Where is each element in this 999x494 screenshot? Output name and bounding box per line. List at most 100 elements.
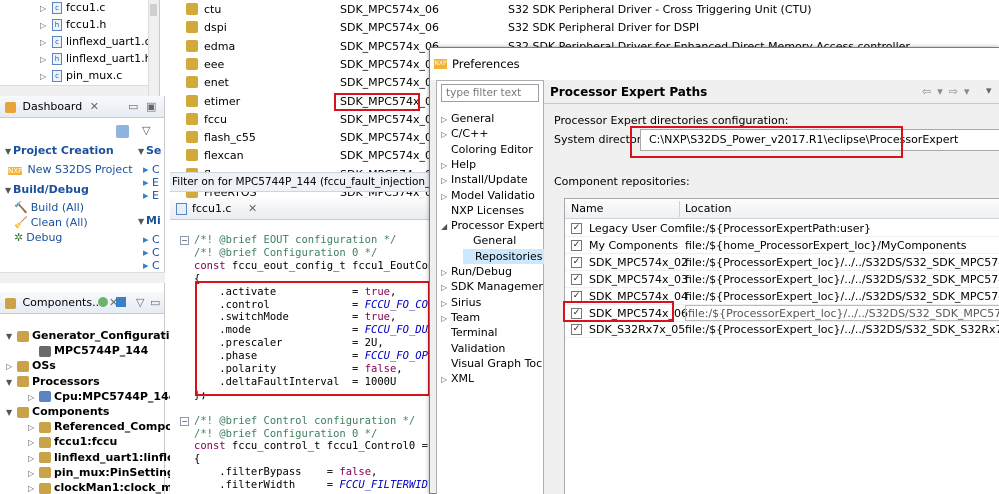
view-menu-icon[interactable]: ▽ [136, 292, 144, 314]
driver-name: fccu [204, 112, 227, 126]
nav-item-label: Terminal [451, 326, 498, 340]
nav-item[interactable]: ▷ Help [441, 157, 476, 172]
nav-item[interactable]: Terminal [441, 325, 498, 340]
editor-tab-label: fccu1.c [192, 202, 232, 215]
component-icon [17, 360, 29, 372]
horizontal-scrollbar[interactable] [0, 272, 165, 283]
close-icon[interactable]: ✕ [248, 202, 257, 215]
table-row[interactable]: ✓ SDK_MPC574x_03 file:/${ProcessorExpert_l… [565, 271, 999, 288]
table-row[interactable]: ✓ Legacy User Com... file:/${ProcessorExpe… [565, 220, 999, 237]
dialog-title-bar[interactable]: NXP Preferences [430, 48, 999, 80]
nav-item[interactable]: ▷ XML [441, 371, 474, 386]
view-menu-icon[interactable]: ▽ [142, 124, 150, 137]
driver-name: ctu [204, 3, 222, 16]
file-tree-item[interactable]: ▷ h linflexd_uart1.h [40, 50, 152, 67]
hammer-icon: 🔨 [14, 201, 28, 214]
minimize-icon[interactable]: ▭ [128, 96, 138, 118]
file-tree-item[interactable]: ▷ c pin_mux.c [40, 67, 122, 84]
component-tree-item[interactable]: ▷ clockMan1:clock_man [28, 480, 188, 494]
component-icon [39, 391, 51, 403]
component-tree-item[interactable]: ▼ Processors [6, 374, 100, 389]
driver-name: eee [204, 57, 225, 71]
component-icon [17, 330, 29, 342]
table-row[interactable]: ✓ My Components file:/${home_ProcessorExpe… [565, 237, 999, 254]
nav-item[interactable]: ◢ Processor Expert [441, 218, 544, 233]
component-tree-item[interactable]: ▷ pin_mux:PinSettings [28, 465, 181, 480]
nav-item[interactable]: NXP Licenses [441, 203, 524, 218]
nav-item[interactable]: ▷ C/C++ [441, 126, 489, 141]
col-location-header[interactable]: Location [685, 199, 732, 219]
enabled-checkbox[interactable]: ✓ [571, 223, 582, 234]
dashboard-tab[interactable]: Dashboard ✕ ▭ ▣ [0, 96, 164, 118]
new-project-link[interactable]: NXP New S32DS Project [8, 163, 133, 176]
minimize-icon[interactable]: ▭ [150, 292, 160, 314]
driver-name: dspi [204, 21, 227, 35]
fold-toggle[interactable]: − [180, 236, 189, 245]
repo-name: SDK_MPC574x_02 [589, 255, 688, 269]
maximize-icon[interactable]: ▣ [146, 96, 156, 118]
filter-icon[interactable] [98, 297, 108, 307]
enabled-checkbox[interactable]: ✓ [571, 290, 582, 302]
build-link[interactable]: 🔨 Build (All) [14, 201, 84, 214]
nav-item[interactable]: ▷ SDK Managemer [441, 279, 543, 294]
settings-icon[interactable] [116, 297, 126, 307]
table-row[interactable]: dspi SDK_MPC574x_06 S32 SDK Peripheral Dri… [170, 19, 999, 36]
component-tree-item[interactable]: ▼ Components [6, 404, 109, 419]
enabled-checkbox[interactable]: ✓ [571, 324, 582, 336]
clean-link[interactable]: 🧹 Clean (All) [14, 216, 88, 229]
component-tree-item[interactable]: ▷ Referenced_Compone [28, 419, 188, 434]
file-tree-item[interactable]: ▷ h fccu1.h [40, 16, 106, 33]
table-row[interactable]: ctu SDK_MPC574x_06 S32 SDK Peripheral Driv… [170, 1, 999, 18]
debug-link[interactable]: ✲ Debug [14, 231, 62, 244]
third-section-header[interactable]: ▼ Mi [138, 214, 161, 227]
second-section-header[interactable]: ▼ Se [138, 144, 161, 157]
second-section-items[interactable]: ▸ C ▸ E ▸ E [143, 163, 160, 202]
nav-item[interactable]: ▷ Install/Update [441, 172, 528, 187]
scrollbar-thumb[interactable] [150, 4, 157, 16]
component-tree-item[interactable]: ▷ fccu1:fccu [28, 434, 117, 449]
nav-item[interactable]: Visual Graph Toc [441, 356, 542, 371]
filter-input[interactable]: type filter text [441, 84, 539, 102]
enabled-checkbox[interactable]: ✓ [571, 239, 582, 251]
component-tree-item[interactable]: ▷ linflexd_uart1:linflexd [28, 450, 189, 465]
nav-item[interactable]: ▷ Sirius [441, 295, 481, 310]
repo-location: file:/${ProcessorExpertPath:user} [685, 222, 872, 235]
component-tree-item[interactable]: ▼ Generator_Configurations [6, 328, 192, 343]
close-icon[interactable]: ✕ [90, 100, 99, 113]
components-tab[interactable]: Components... ✕ ▽ ▭ [0, 292, 164, 314]
nav-item[interactable]: Validation [441, 341, 505, 356]
nav-item-label: General [473, 234, 517, 248]
table-row[interactable]: ✓ SDK_MPC574x_02 file:/${ProcessorExpert_l… [565, 254, 999, 271]
nav-item[interactable]: Coloring Editor [441, 142, 533, 157]
editor-tab-fccu1-c[interactable]: fccu1.c ✕ [170, 198, 430, 220]
horizontal-scrollbar[interactable] [0, 85, 148, 96]
code-line: /*! @brief Control configuration */ [194, 414, 416, 427]
project-creation-header[interactable]: ▼ Project Creation [5, 144, 114, 157]
nav-item[interactable]: ▷ Run/Debug [441, 264, 512, 279]
col-name-header[interactable]: Name [571, 199, 603, 219]
toolbar-icon[interactable] [116, 124, 129, 138]
dialog-title: Preferences [452, 57, 520, 71]
nav-item-label: C/C++ [451, 127, 489, 141]
fold-toggle[interactable]: − [180, 417, 189, 426]
repo-location: file:/${ProcessorExpert_loc}/../../S32DS… [685, 272, 999, 286]
nav-item[interactable]: ▷ General [441, 111, 494, 126]
table-row[interactable]: ✓ SDK_S32Rx7x_05 file:/${ProcessorExpert_l… [565, 321, 999, 339]
file-tree-item[interactable]: ▷ c linflexd_uart1.c [40, 33, 151, 50]
nav-item[interactable]: ▷ Model Validatio [441, 188, 535, 203]
nav-item[interactable]: ▷ Team [441, 310, 480, 325]
nav-item-label: Sirius [451, 295, 482, 309]
view-menu-icon[interactable]: ▾ [986, 84, 992, 97]
component-tree-item[interactable]: ▷ Cpu:MPC5744P_144 [28, 389, 176, 404]
file-tree-item[interactable]: ▷ c fccu1.c [40, 0, 105, 16]
enabled-checkbox[interactable]: ✓ [571, 256, 582, 268]
build-debug-header[interactable]: ▼ Build/Debug [5, 183, 89, 196]
third-section-items[interactable]: ▸ C ▸ C ▸ C [143, 233, 160, 272]
back-forward-icons[interactable]: ⇦▾⇨▾ [922, 85, 975, 98]
enabled-checkbox[interactable]: ✓ [571, 273, 582, 285]
nav-item[interactable]: Repositories [463, 248, 545, 264]
component-tree-item[interactable]: MPC5744P_144 [28, 343, 148, 358]
nav-item[interactable]: General [463, 233, 516, 248]
driver-icon [186, 21, 198, 34]
component-tree-item[interactable]: ▷ OSs [6, 358, 56, 373]
